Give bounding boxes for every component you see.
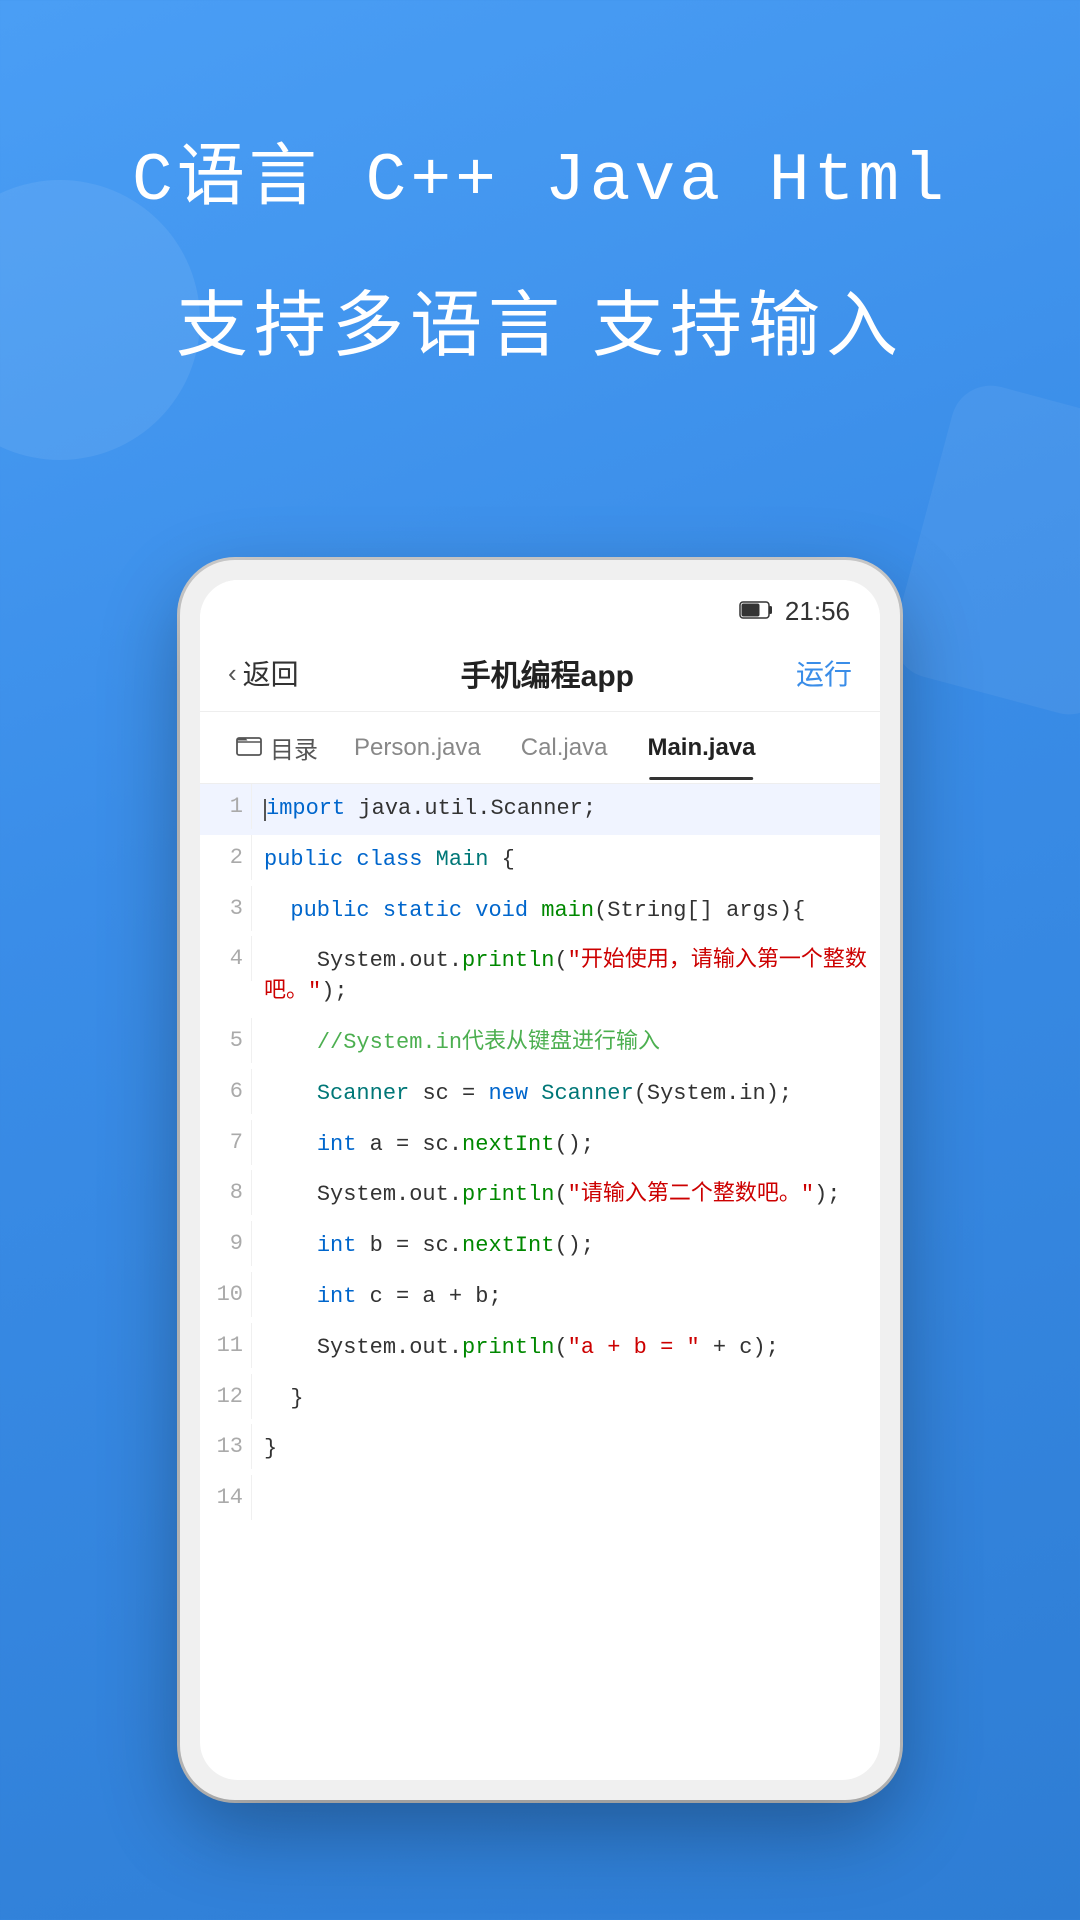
back-chevron-icon: ‹ <box>228 658 237 689</box>
tab-main-java[interactable]: Main.java <box>627 716 775 780</box>
line-content-13: } <box>252 1424 880 1475</box>
tab-cal-java[interactable]: Cal.java <box>501 716 628 780</box>
line-number-3: 3 <box>200 886 252 931</box>
code-line-6: 6 Scanner sc = new Scanner(System.in); <box>200 1069 880 1120</box>
back-button[interactable]: ‹ 返回 <box>228 653 299 693</box>
line-number-14: 14 <box>200 1475 252 1520</box>
language-title: C语言 C++ Java Html <box>0 120 1080 220</box>
line-content-5: //System.in代表从键盘进行输入 <box>252 1018 880 1069</box>
line-content-3: public static void main(String[] args){ <box>252 886 880 937</box>
phone-mockup-container: 21:56 ‹ 返回 手机编程app 运行 <box>180 560 900 1800</box>
line-content-10: int c = a + b; <box>252 1272 880 1323</box>
code-line-3: 3 public static void main(String[] args)… <box>200 886 880 937</box>
line-number-4: 4 <box>200 936 252 981</box>
line-number-5: 5 <box>200 1018 252 1063</box>
hero-subtitle: 支持多语言 支持输入 <box>0 280 1080 374</box>
phone-mockup: 21:56 ‹ 返回 手机编程app 运行 <box>180 560 900 1800</box>
code-editor[interactable]: 1 import java.util.Scanner; 2 public cla… <box>200 784 880 1526</box>
status-time: 21:56 <box>785 596 850 627</box>
app-title: 手机编程app <box>461 651 634 695</box>
line-content-11: System.out.println("a + b = " + c); <box>252 1323 880 1374</box>
tab-bar: 目录 Person.java Cal.java Main.java <box>200 712 880 784</box>
line-content-7: int a = sc.nextInt(); <box>252 1120 880 1171</box>
app-header: ‹ 返回 手机编程app 运行 <box>200 635 880 712</box>
directory-icon <box>236 734 262 762</box>
line-number-2: 2 <box>200 835 252 880</box>
code-line-13: 13 } <box>200 1424 880 1475</box>
line-number-1: 1 <box>200 784 252 829</box>
code-line-5: 5 //System.in代表从键盘进行输入 <box>200 1018 880 1069</box>
line-content-6: Scanner sc = new Scanner(System.in); <box>252 1069 880 1120</box>
directory-button[interactable]: 目录 <box>220 712 334 783</box>
line-number-11: 11 <box>200 1323 252 1368</box>
battery-indicator <box>739 599 773 625</box>
line-number-9: 9 <box>200 1221 252 1266</box>
back-label: 返回 <box>243 653 299 693</box>
line-content-14 <box>252 1475 880 1526</box>
code-line-7: 7 int a = sc.nextInt(); <box>200 1120 880 1171</box>
line-number-10: 10 <box>200 1272 252 1317</box>
line-content-1: import java.util.Scanner; <box>252 784 880 835</box>
code-line-14: 14 <box>200 1475 880 1526</box>
line-number-12: 12 <box>200 1374 252 1419</box>
code-line-12: 12 } <box>200 1374 880 1425</box>
code-line-10: 10 int c = a + b; <box>200 1272 880 1323</box>
line-content-2: public class Main { <box>252 835 880 886</box>
code-line-4: 4 System.out.println("开始使用，请输入第一个整数吧。"); <box>200 936 880 1018</box>
line-content-9: int b = sc.nextInt(); <box>252 1221 880 1272</box>
line-content-4: System.out.println("开始使用，请输入第一个整数吧。"); <box>252 936 880 1018</box>
code-line-8: 8 System.out.println("请输入第二个整数吧。"); <box>200 1170 880 1221</box>
code-line-1: 1 import java.util.Scanner; <box>200 784 880 835</box>
phone-screen: 21:56 ‹ 返回 手机编程app 运行 <box>200 580 880 1780</box>
line-content-12: } <box>252 1374 880 1425</box>
line-content-8: System.out.println("请输入第二个整数吧。"); <box>252 1170 880 1221</box>
code-line-9: 9 int b = sc.nextInt(); <box>200 1221 880 1272</box>
line-number-13: 13 <box>200 1424 252 1469</box>
run-button[interactable]: 运行 <box>796 653 852 693</box>
hero-section: C语言 C++ Java Html 支持多语言 支持输入 <box>0 120 1080 374</box>
line-number-6: 6 <box>200 1069 252 1114</box>
bg-decoration-right <box>885 377 1080 724</box>
status-bar: 21:56 <box>200 580 880 635</box>
line-number-8: 8 <box>200 1170 252 1215</box>
code-line-2: 2 public class Main { <box>200 835 880 886</box>
tab-person-java[interactable]: Person.java <box>334 716 501 780</box>
code-line-11: 11 System.out.println("a + b = " + c); <box>200 1323 880 1374</box>
directory-label: 目录 <box>270 730 318 765</box>
line-number-7: 7 <box>200 1120 252 1165</box>
